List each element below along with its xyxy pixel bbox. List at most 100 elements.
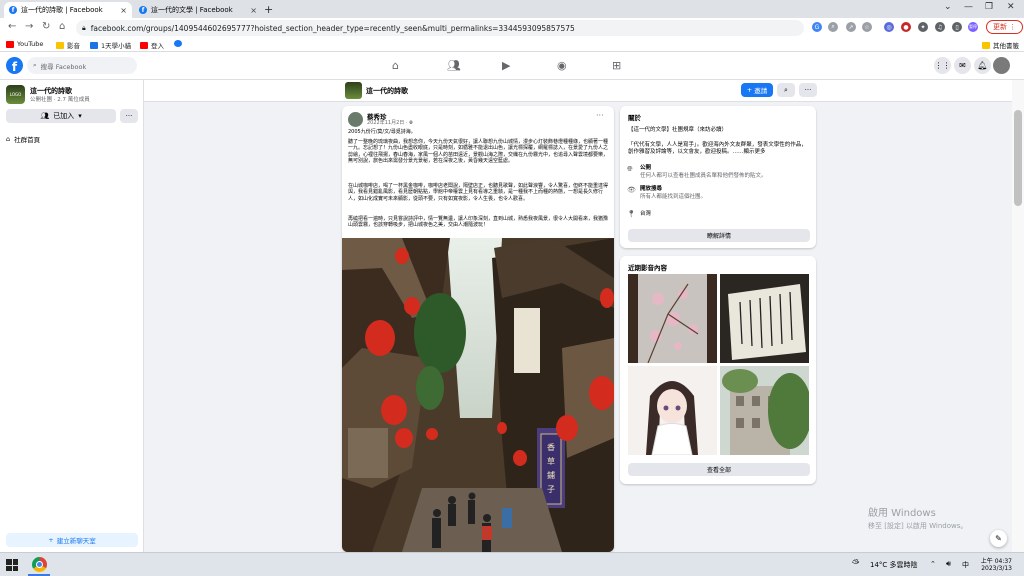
star-icon[interactable]: ☆ (862, 22, 872, 32)
facebook-search-input[interactable]: ⌕ 搜尋 Facebook (27, 57, 137, 74)
scrollbar-thumb[interactable] (1014, 110, 1022, 206)
tray-expand-icon[interactable]: ⌃ (930, 560, 936, 568)
sidebar-icon[interactable]: ▯ (952, 22, 962, 32)
bookmark-login[interactable]: 登入 (140, 40, 164, 50)
url-input[interactable]: 🔒︎ facebook.com/groups/1409544602695777?… (76, 20, 804, 36)
group-avatar[interactable] (345, 82, 362, 99)
post-text-paragraph: 再繞把看一遍時，只見嘗說詩評中，情一覽無遺，讓人印象深刻，直到山城，熟悉我夜風景… (348, 216, 609, 229)
search-group-button[interactable]: ⌕ (777, 83, 795, 97)
post-text-paragraph: 在山城咖啡店，喝了一杯黑金咖啡，咖啡店老闆說，隔壁店正，也聽見歌聲，如此聲浪響，… (348, 183, 609, 202)
maximize-button[interactable]: ❐ (985, 2, 993, 12)
media-thumbnail[interactable] (720, 366, 809, 455)
new-tab-button[interactable]: + (264, 3, 273, 16)
group-header-name[interactable]: 這一代的詩歌 (366, 86, 408, 96)
facebook-favicon-icon: f (9, 6, 17, 14)
post-photo[interactable]: 香 草 鋪 子 (342, 238, 614, 552)
magnolia-photo (628, 274, 717, 363)
more-options-button[interactable]: ··· (799, 83, 817, 97)
notifications-bell-icon[interactable]: 🔔︎ (974, 57, 991, 74)
zoom-icon[interactable]: ⌕ (828, 22, 838, 32)
weather-icon[interactable]: ⛅︎ (852, 559, 859, 569)
globe-icon: 🌐︎ (627, 165, 633, 173)
bookmark-cat[interactable]: 1天學小貓 (90, 40, 131, 50)
svg-text:草: 草 (547, 456, 555, 466)
windows-start-icon[interactable] (6, 559, 18, 571)
media-icon[interactable]: ♫ (935, 22, 945, 32)
eye-icon: 👁︎ (627, 186, 636, 194)
home-icon[interactable]: ⌂ (392, 59, 399, 72)
jiufen-street-photo: 香 草 鋪 子 (342, 238, 614, 552)
folder-icon (982, 41, 990, 49)
group-header: 這一代的詩歌 + 邀請 ⌕ ··· (144, 80, 1012, 102)
close-window-button[interactable]: ✕ (1007, 2, 1015, 12)
tab-title: 這一代的文學 | Facebook (151, 6, 233, 14)
compose-message-button[interactable]: ✎ (990, 530, 1007, 547)
more-icon: ··· (804, 86, 812, 94)
update-button[interactable]: 更新 ⋮ (986, 20, 1024, 34)
media-thumbnail[interactable] (628, 366, 717, 455)
bookmark-youtube[interactable]: YouTube (6, 40, 43, 48)
gaming-icon[interactable]: ⊞ (612, 59, 621, 72)
google-icon[interactable]: G (812, 22, 822, 32)
minimize-button[interactable]: — (964, 2, 973, 12)
media-title: 近期影音內容 (628, 264, 667, 272)
forward-icon[interactable]: → (25, 21, 33, 32)
ime-indicator[interactable]: 中 (962, 560, 969, 570)
friends-icon[interactable]: 👥︎ (447, 59, 461, 72)
learn-more-button[interactable]: 瞭解詳情 (628, 229, 810, 242)
lock-icon: 🔒︎ (82, 23, 86, 32)
profile-avatar[interactable]: 暫停 (968, 22, 978, 32)
home-icon[interactable]: ⌂ (59, 21, 65, 32)
author-avatar[interactable] (348, 112, 363, 127)
invite-button[interactable]: + 邀請 (741, 83, 773, 97)
visibility-desc: 所有人都能找到這個社團。 (640, 194, 707, 200)
recent-media-card: 近期影音內容 查看全部 (620, 256, 816, 484)
close-icon[interactable]: × (250, 6, 257, 15)
bookmark-facebook[interactable] (174, 40, 182, 47)
anime-illustration (628, 366, 717, 455)
clock[interactable]: 上午 04:37 2023/3/13 (972, 556, 1012, 572)
group-meta: 公開社團 · 2.7 萬位成員 (30, 97, 90, 103)
puzzle-icon[interactable]: ✦ (918, 22, 928, 32)
post-date[interactable]: 2022年11月2日 · 🌐︎ (367, 119, 413, 126)
watch-icon[interactable]: ▶ (502, 59, 510, 72)
chevron-down-icon[interactable]: ⌄ (944, 2, 952, 12)
about-title: 關於 (628, 114, 641, 122)
about-quote[interactable]: 「代代有文學，人人是寫手」。歡迎海內外文友群聚，發表文學性的作品，創作雅習及評論… (628, 142, 808, 155)
see-all-button[interactable]: 查看全部 (628, 463, 810, 476)
chrome-icon[interactable] (32, 557, 47, 572)
group-avatar[interactable]: LOGO (6, 85, 25, 104)
more-options-button[interactable]: ··· (120, 109, 138, 123)
post-more-icon[interactable]: ··· (596, 111, 604, 120)
extension-icon[interactable]: ◎ (884, 22, 894, 32)
media-thumbnail[interactable] (628, 274, 717, 363)
facebook-logo-icon[interactable]: f (6, 57, 23, 74)
post-text-title: 2005九份行/莫/文/尋覓詩海。 (348, 129, 416, 135)
share-icon[interactable]: ↗ (846, 22, 856, 32)
close-icon[interactable]: × (120, 6, 127, 15)
tab-poetry[interactable]: f 這一代的詩歌 | Facebook × (4, 2, 132, 18)
reload-icon[interactable]: ↻ (42, 21, 50, 32)
search-icon: ⌕ (784, 85, 788, 94)
post-card: 蔡秀珍 2022年11月2日 · 🌐︎ ··· 2005九份行/莫/文/尋覓詩海… (342, 106, 614, 552)
calligraphy-photo (720, 274, 809, 363)
media-thumbnail[interactable] (720, 274, 809, 363)
groups-icon[interactable]: ◉ (557, 59, 567, 72)
new-chat-button[interactable]: + 建立新聊天室 (6, 533, 138, 547)
volume-icon[interactable]: 🔊︎ (946, 559, 951, 569)
bookmark-video[interactable]: 影音 (56, 40, 80, 50)
back-icon[interactable]: ← (8, 21, 16, 32)
privacy-title: 公開 (640, 165, 652, 171)
account-avatar[interactable] (993, 57, 1010, 74)
svg-text:鋪: 鋪 (547, 470, 555, 480)
other-bookmarks[interactable]: 其他書籤 (982, 40, 1019, 50)
menu-grid-icon[interactable]: ⋮⋮ (934, 57, 951, 74)
address-bar-row: ← → ↻ ⌂ 🔒︎ facebook.com/groups/140954460… (0, 18, 1024, 38)
tab-literature[interactable]: f 這一代的文學 | Facebook × (134, 2, 262, 18)
joined-button[interactable]: 👥︎ 已加入 ▾ (6, 109, 116, 123)
community-home-link[interactable]: ⌂ 社群首頁 (6, 134, 40, 144)
facebook-icon (174, 40, 182, 47)
adblock-icon[interactable]: ● (901, 22, 911, 32)
weather-text[interactable]: 14°C 多雲時陰 (870, 560, 918, 570)
messenger-icon[interactable]: ✉ (954, 57, 971, 74)
